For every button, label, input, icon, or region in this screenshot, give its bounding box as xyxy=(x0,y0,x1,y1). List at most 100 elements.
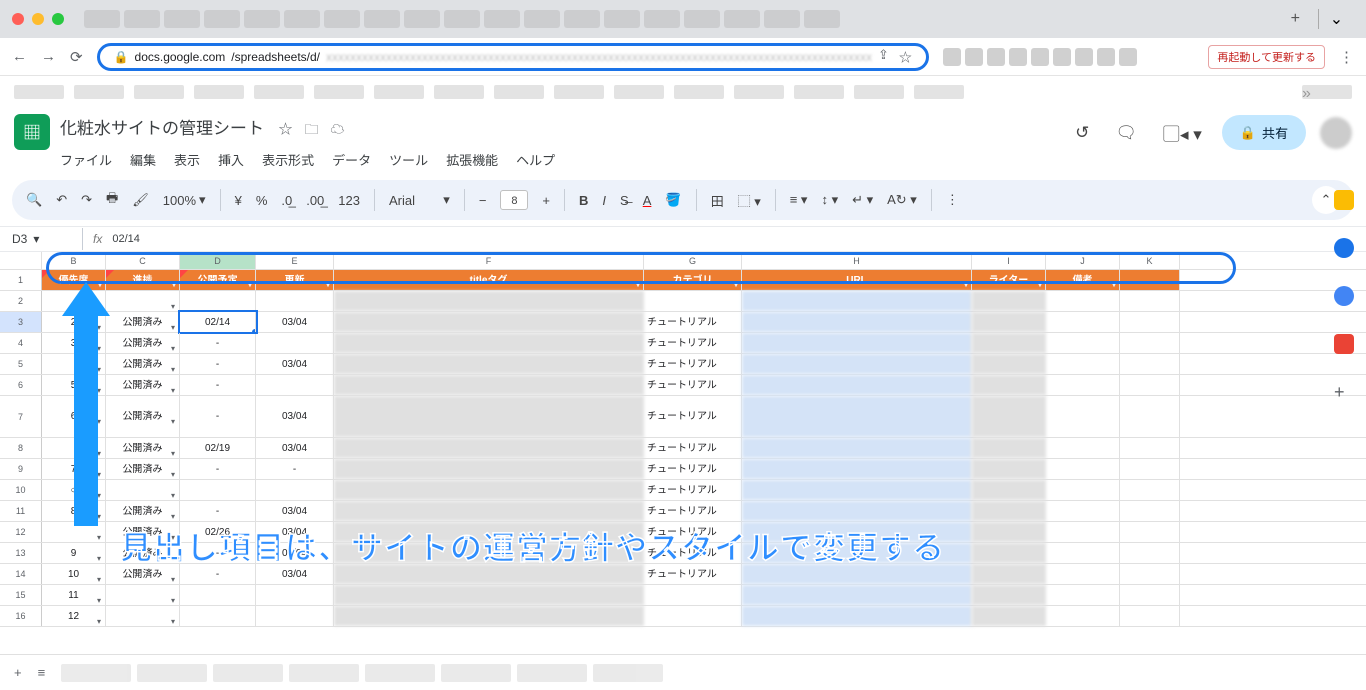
cell-title[interactable] xyxy=(334,291,644,311)
cell-category[interactable]: チュートリアル xyxy=(644,375,742,395)
cell-url[interactable] xyxy=(742,333,972,353)
rotate-button[interactable]: A↻ ▾ xyxy=(887,192,917,208)
header-writer[interactable]: ライター xyxy=(972,270,1046,290)
row-label[interactable]: 13 xyxy=(0,543,42,563)
browser-tabs[interactable] xyxy=(84,10,1273,28)
cell-note[interactable] xyxy=(1046,312,1120,332)
cell-status[interactable]: ▾ xyxy=(106,291,180,311)
cell-title[interactable] xyxy=(334,354,644,374)
row-label[interactable]: 2 xyxy=(0,291,42,311)
col-J[interactable]: J xyxy=(1046,252,1120,269)
cell-title[interactable] xyxy=(334,459,644,479)
cell-publish[interactable] xyxy=(180,585,256,605)
table-row[interactable]: 8▾公開済み▾02/1903/04チュートリアル xyxy=(0,438,1366,459)
col-F[interactable]: F xyxy=(334,252,644,269)
cell-status[interactable]: ▾ xyxy=(106,606,180,626)
share-button[interactable]: 🔒共有 xyxy=(1222,115,1306,150)
cell-note[interactable] xyxy=(1046,438,1120,458)
cell-writer[interactable] xyxy=(972,459,1046,479)
cell-status[interactable]: 公開済み▾ xyxy=(106,438,180,458)
menu-view[interactable]: 表示 xyxy=(174,147,200,172)
row-label[interactable]: 15 xyxy=(0,585,42,605)
comments-icon[interactable]: 🗨 xyxy=(1109,117,1143,149)
more-formats-button[interactable]: 123 xyxy=(338,193,360,208)
h-align-button[interactable]: ≡ ▾ xyxy=(790,192,808,208)
zoom-dropdown[interactable]: 100% ▾ xyxy=(163,192,206,208)
cell-writer[interactable] xyxy=(972,480,1046,500)
menu-file[interactable]: ファイル xyxy=(60,147,112,172)
cell-writer[interactable] xyxy=(972,522,1046,542)
cell-note[interactable] xyxy=(1046,606,1120,626)
formula-input[interactable]: 02/14 xyxy=(112,233,140,245)
cell-update[interactable] xyxy=(256,375,334,395)
add-on-plus-icon[interactable]: + xyxy=(1334,382,1354,402)
spreadsheet-grid[interactable]: B C D E F G H I J K 1 優先度 進捗 公開予定 更新 tit… xyxy=(0,252,1366,627)
window-controls[interactable] xyxy=(12,13,64,25)
cell-url[interactable] xyxy=(742,312,972,332)
sheets-logo-icon[interactable]: ▦ xyxy=(14,114,50,150)
cell-note[interactable] xyxy=(1046,480,1120,500)
more-tools-icon[interactable]: ⋮ xyxy=(946,192,959,208)
cell-note[interactable] xyxy=(1046,543,1120,563)
cell-status[interactable]: 公開済み▾ xyxy=(106,501,180,521)
cell-writer[interactable] xyxy=(972,396,1046,437)
strike-button[interactable]: S̶ xyxy=(620,193,629,208)
cell-note[interactable] xyxy=(1046,396,1120,437)
maps-icon[interactable] xyxy=(1334,334,1354,354)
cell-status[interactable]: ▾ xyxy=(106,585,180,605)
col-I[interactable]: I xyxy=(972,252,1046,269)
cell-publish[interactable]: - xyxy=(180,459,256,479)
address-bar[interactable]: 🔒 docs.google.com/spreadsheets/d/ xxxxxx… xyxy=(97,43,929,71)
paint-format-button[interactable]: 🖌 xyxy=(132,192,149,208)
cell-publish[interactable]: - xyxy=(180,333,256,353)
row-label[interactable]: 5 xyxy=(0,354,42,374)
row-label[interactable]: 7 xyxy=(0,396,42,437)
extensions-row[interactable] xyxy=(943,48,1194,66)
cell-url[interactable] xyxy=(742,291,972,311)
cell-note[interactable] xyxy=(1046,522,1120,542)
reload-button[interactable]: ⟳ xyxy=(70,48,83,66)
sheet-tabs[interactable] xyxy=(61,664,663,682)
minimize-window-icon[interactable] xyxy=(32,13,44,25)
cell-category[interactable]: チュートリアル xyxy=(644,396,742,437)
cell-category[interactable] xyxy=(644,606,742,626)
menu-format[interactable]: 表示形式 xyxy=(262,147,314,172)
back-button[interactable]: ← xyxy=(12,48,27,65)
cell-priority[interactable]: 9▾ xyxy=(42,543,106,563)
cell-title[interactable] xyxy=(334,333,644,353)
keep-icon[interactable] xyxy=(1334,190,1354,210)
cell-priority[interactable]: 11▾ xyxy=(42,585,106,605)
cell-writer[interactable] xyxy=(972,564,1046,584)
cell-publish[interactable] xyxy=(180,606,256,626)
row-label[interactable]: 8 xyxy=(0,438,42,458)
cell-update[interactable] xyxy=(256,606,334,626)
cell-update[interactable]: 03/04 xyxy=(256,312,334,332)
row-label[interactable]: 4 xyxy=(0,333,42,353)
account-avatar[interactable] xyxy=(1320,117,1352,149)
cell-status[interactable]: 公開済み▾ xyxy=(106,396,180,437)
share-page-icon[interactable]: ⇪ xyxy=(878,47,889,66)
cell-update[interactable] xyxy=(256,333,334,353)
font-dropdown[interactable]: Arial ▾ xyxy=(389,192,450,208)
row-label[interactable]: 10 xyxy=(0,480,42,500)
cell-note[interactable] xyxy=(1046,501,1120,521)
menu-bar[interactable]: ファイル 編集 表示 挿入 表示形式 データ ツール 拡張機能 ヘルプ xyxy=(60,147,1059,172)
star-icon[interactable]: ☆ xyxy=(899,47,912,66)
cell-title[interactable] xyxy=(334,396,644,437)
cell-title[interactable] xyxy=(334,501,644,521)
forward-button[interactable]: → xyxy=(41,48,56,65)
cell-category[interactable]: チュートリアル xyxy=(644,480,742,500)
cell-update[interactable] xyxy=(256,291,334,311)
cell-category[interactable]: チュートリアル xyxy=(644,501,742,521)
cell-publish[interactable]: 02/14 xyxy=(180,312,256,332)
percent-button[interactable]: % xyxy=(256,193,268,208)
select-all-corner[interactable] xyxy=(0,252,42,269)
cell-status[interactable]: 公開済み▾ xyxy=(106,312,180,332)
row-label[interactable]: 16 xyxy=(0,606,42,626)
cell-url[interactable] xyxy=(742,480,972,500)
cell-priority[interactable]: 12▾ xyxy=(42,606,106,626)
undo-button[interactable]: ↶ xyxy=(56,192,67,208)
cell-writer[interactable] xyxy=(972,354,1046,374)
borders-button[interactable]: 田 xyxy=(711,191,724,210)
tab-overflow-icon[interactable]: ⌄ xyxy=(1318,9,1354,29)
